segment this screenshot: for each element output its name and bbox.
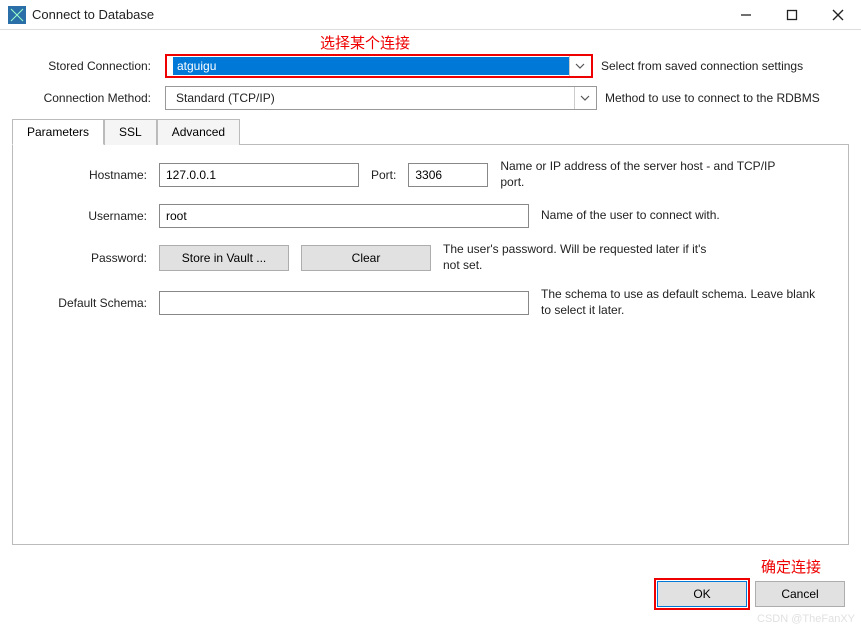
port-label: Port: (371, 168, 396, 182)
chevron-down-icon (574, 87, 594, 109)
window-title: Connect to Database (32, 7, 154, 22)
stored-connection-value: atguigu (173, 57, 569, 75)
stored-connection-hint: Select from saved connection settings (601, 59, 803, 73)
default-schema-input[interactable] (159, 291, 529, 315)
password-row: Password: Store in Vault ... Clear The u… (29, 242, 832, 273)
default-schema-label: Default Schema: (29, 296, 147, 310)
stored-connection-row: Stored Connection: atguigu Select from s… (12, 54, 849, 78)
annotation-confirm-connection: 确定连接 (761, 556, 821, 577)
username-row: Username: Name of the user to connect wi… (29, 204, 832, 228)
close-button[interactable] (815, 0, 861, 30)
minimize-button[interactable] (723, 0, 769, 30)
ok-button[interactable]: OK (657, 581, 747, 607)
clear-password-button[interactable]: Clear (301, 245, 431, 271)
hostname-row: Hostname: Port: Name or IP address of th… (29, 159, 832, 190)
tab-content-parameters: Hostname: Port: Name or IP address of th… (12, 145, 849, 545)
hostname-label: Hostname: (29, 168, 147, 182)
default-schema-row: Default Schema: The schema to use as def… (29, 287, 832, 318)
connection-method-hint: Method to use to connect to the RDBMS (605, 91, 820, 105)
dialog-content: Stored Connection: atguigu Select from s… (0, 48, 861, 545)
connection-method-dropdown[interactable]: Standard (TCP/IP) (165, 86, 597, 110)
maximize-button[interactable] (769, 0, 815, 30)
chevron-down-icon (569, 56, 589, 76)
connection-method-row: Connection Method: Standard (TCP/IP) Met… (12, 86, 849, 110)
app-icon (8, 6, 26, 24)
hostname-input[interactable] (159, 163, 359, 187)
title-bar: Connect to Database (0, 0, 861, 30)
store-in-vault-button[interactable]: Store in Vault ... (159, 245, 289, 271)
username-label: Username: (29, 209, 147, 223)
tab-bar: Parameters SSL Advanced (12, 118, 849, 145)
cancel-button[interactable]: Cancel (755, 581, 845, 607)
username-desc: Name of the user to connect with. (541, 208, 720, 224)
annotation-select-connection: 选择某个连接 (320, 32, 410, 53)
port-input[interactable] (408, 163, 488, 187)
watermark: CSDN @TheFanXY (757, 613, 855, 625)
tab-advanced[interactable]: Advanced (157, 119, 240, 145)
connection-method-value: Standard (TCP/IP) (172, 89, 574, 107)
stored-connection-label: Stored Connection: (12, 59, 157, 73)
hostname-desc: Name or IP address of the server host - … (500, 159, 780, 190)
tab-ssl[interactable]: SSL (104, 119, 157, 145)
username-input[interactable] (159, 204, 529, 228)
tab-parameters[interactable]: Parameters (12, 119, 104, 145)
connection-method-label: Connection Method: (12, 91, 157, 105)
default-schema-desc: The schema to use as default schema. Lea… (541, 287, 821, 318)
password-desc: The user's password. Will be requested l… (443, 242, 723, 273)
password-label: Password: (29, 251, 147, 265)
stored-connection-dropdown[interactable]: atguigu (165, 54, 593, 78)
dialog-footer: OK Cancel (657, 581, 845, 607)
